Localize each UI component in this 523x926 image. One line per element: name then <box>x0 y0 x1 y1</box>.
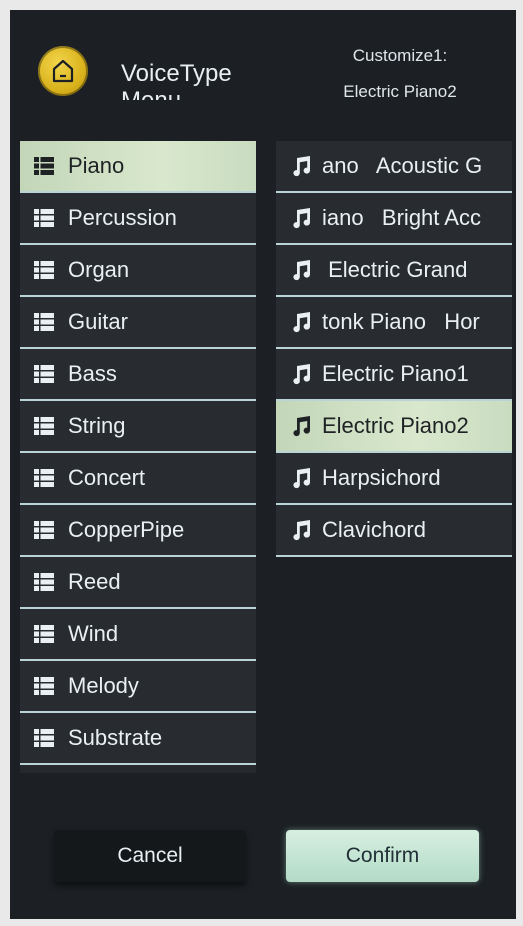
voice-item[interactable]: Electric Piano1 <box>276 349 512 401</box>
list-icon <box>34 365 54 383</box>
voice-item-label: ano Acoustic G <box>322 153 483 178</box>
header: VoiceType Menu Customize1: Electric Pian… <box>10 10 516 128</box>
category-item-label: Piano <box>68 153 125 178</box>
category-item[interactable]: CopperPipe <box>20 505 256 557</box>
voice-item[interactable]: iano Bright Acc <box>276 193 512 245</box>
voice-item[interactable]: Electric Grand <box>276 245 512 297</box>
customize-value: Electric Piano2 <box>343 82 457 101</box>
category-item[interactable]: Piano <box>20 141 256 193</box>
category-item-label: Concert <box>68 465 146 490</box>
home-button[interactable] <box>38 46 88 96</box>
music-note-icon <box>293 416 311 437</box>
category-item-label: Percussion <box>68 205 177 230</box>
music-note-icon <box>293 156 311 177</box>
category-item-label: Wind <box>68 621 119 646</box>
category-item[interactable]: Concert <box>20 453 256 505</box>
voice-item[interactable]: ano Acoustic G <box>276 141 512 193</box>
voice-item-label: iano Bright Acc <box>322 205 481 230</box>
category-item[interactable]: Guitar <box>20 297 256 349</box>
voice-item-label: Electric Piano1 <box>322 361 469 386</box>
music-note-icon <box>293 468 311 489</box>
list-icon <box>34 469 54 487</box>
list-icon <box>34 625 54 643</box>
voice-item-label: tonk Piano Hor <box>322 309 480 334</box>
category-item-label: Guitar <box>68 309 128 334</box>
voice-item-label: Electric Grand <box>322 257 468 282</box>
music-note-icon <box>293 260 311 281</box>
music-note-icon <box>293 312 311 333</box>
category-item-label: CopperPipe <box>68 517 185 542</box>
voice-item[interactable]: Harpsichord <box>276 453 512 505</box>
music-note-icon <box>293 208 311 229</box>
music-note-icon <box>293 364 311 385</box>
list-icon <box>34 209 54 227</box>
voice-item[interactable]: Clavichord <box>276 505 512 557</box>
list-icon <box>34 729 54 747</box>
category-item-label: Bass <box>68 361 117 386</box>
category-item-label: Organ <box>68 257 130 282</box>
category-item-label: String <box>68 413 126 438</box>
page-title: VoiceType Menu <box>121 60 232 100</box>
category-item[interactable]: Substrate <box>20 713 256 765</box>
category-item-label: Reed <box>68 569 121 594</box>
voice-item-label: Harpsichord <box>322 465 441 490</box>
voice-item-label: Electric Piano2 <box>322 413 469 438</box>
category-item[interactable]: Bass <box>20 349 256 401</box>
category-item[interactable]: String <box>20 401 256 453</box>
category-item[interactable]: Percussion <box>20 193 256 245</box>
category-list: Piano Percussion Organ Guitar Bass String Conc… <box>20 141 256 773</box>
list-icon <box>34 677 54 695</box>
category-item-label: Melody <box>68 673 139 698</box>
voice-item[interactable]: tonk Piano Hor <box>276 297 512 349</box>
voice-type-screen: VoiceType Menu Customize1: Electric Pian… <box>10 10 516 919</box>
category-item[interactable]: Melody <box>20 661 256 713</box>
cancel-button[interactable]: Cancel <box>54 830 246 882</box>
music-note-icon <box>293 520 311 541</box>
list-icon <box>34 157 54 175</box>
list-icon <box>34 261 54 279</box>
list-icon <box>34 417 54 435</box>
category-item-label: Substrate <box>68 725 163 750</box>
voice-item[interactable]: Electric Piano2 <box>276 401 512 453</box>
list-icon <box>34 573 54 591</box>
category-item[interactable]: Organ <box>20 245 256 297</box>
confirm-button[interactable]: Confirm <box>286 830 479 882</box>
customize-label: Customize1: <box>352 46 448 65</box>
category-item[interactable]: Wind <box>20 609 256 661</box>
home-icon <box>52 59 74 83</box>
voice-item-label: Clavichord <box>322 517 426 542</box>
category-item[interactable]: Reed <box>20 557 256 609</box>
voice-list: ano Acoustic G iano Bright Acc Electric G… <box>276 141 512 557</box>
list-icon <box>34 521 54 539</box>
list-icon <box>34 313 54 331</box>
